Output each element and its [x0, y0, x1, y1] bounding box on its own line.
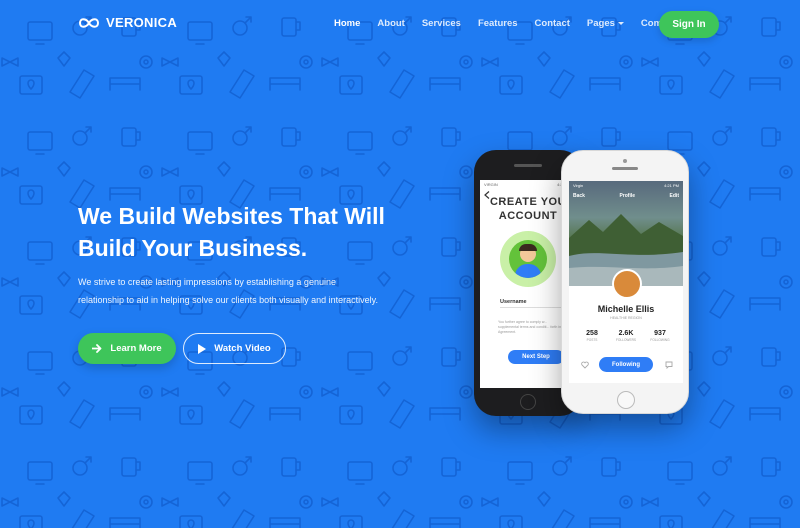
stat-label: POSTS	[586, 338, 598, 342]
username-field[interactable]: Username	[500, 299, 570, 308]
infinity-logo-icon	[78, 17, 100, 28]
hero-title-line-2: Build Your Business.	[78, 235, 308, 261]
hero-title: We Build Websites That Will Build Your B…	[78, 200, 408, 264]
heart-icon[interactable]	[581, 361, 589, 369]
avatar	[612, 269, 642, 299]
home-button	[617, 391, 635, 409]
watch-video-label: Watch Video	[214, 343, 271, 354]
stat-value: 258	[586, 330, 598, 337]
nav-item-services[interactable]: Services	[422, 18, 461, 29]
stat-label: FOLLOWING	[650, 338, 670, 342]
profile-screen: Virgin 4:21 PM Back Profile Edit Michell…	[569, 181, 683, 383]
play-icon	[198, 343, 207, 354]
top-navbar: VERONICA Home About Services Features Co…	[0, 0, 800, 48]
sign-in-button[interactable]: Sign In	[659, 11, 719, 38]
status-bar: Virgin 4:21 PM	[569, 181, 683, 190]
nav-item-contact[interactable]: Contact	[535, 18, 570, 29]
nav-item-features[interactable]: Features	[478, 18, 518, 29]
phone-speaker	[612, 167, 638, 170]
phone-speaker	[514, 164, 542, 167]
profile-location: HEALTHIE REGION	[610, 316, 642, 320]
time-text: 4:21 PM	[664, 183, 679, 188]
arrow-right-icon	[92, 344, 102, 353]
hero-subtitle-line-2: relationship to aid in helping solve our…	[78, 295, 379, 305]
main-menu: Home About Services Features Contact Pag…	[334, 18, 703, 29]
chevron-left-icon	[484, 191, 490, 199]
nav-item-about[interactable]: About	[377, 18, 404, 29]
phone-mockup-profile: Virgin 4:21 PM Back Profile Edit Michell…	[561, 150, 689, 414]
avatar-illustration	[500, 231, 556, 287]
brand-name: VERONICA	[106, 15, 178, 30]
hero-title-line-1: We Build Websites That Will	[78, 203, 385, 229]
stat-following: 937 FOLLOWING	[643, 330, 677, 342]
hero-subtitle: We strive to create lasting impressions …	[78, 273, 398, 309]
terms-text: You further agree to comply w... supplem…	[498, 320, 568, 334]
carrier-text: VIRGIN	[484, 182, 498, 187]
stat-posts: 258 POSTS	[575, 330, 609, 342]
learn-more-label: Learn More	[110, 343, 162, 354]
carrier-text: Virgin	[573, 183, 584, 188]
stat-followers: 2.6K FOLLOWERS	[609, 330, 643, 342]
chevron-down-icon	[617, 21, 624, 25]
nav-item-pages[interactable]: Pages	[587, 18, 624, 29]
home-button	[520, 394, 536, 410]
brand-logo[interactable]: VERONICA	[78, 15, 177, 30]
following-button[interactable]: Following	[599, 357, 653, 372]
watch-video-button[interactable]: Watch Video	[183, 333, 286, 364]
avatar-person-icon	[509, 240, 547, 278]
profile-stats: 258 POSTS 2.6K FOLLOWERS 937 FOLLOWING	[575, 330, 677, 342]
next-step-button[interactable]: Next Step	[508, 350, 564, 364]
learn-more-button[interactable]: Learn More	[78, 333, 176, 364]
nav-item-pages-label: Pages	[586, 18, 615, 29]
stat-value: 937	[654, 330, 666, 337]
nav-item-home[interactable]: Home	[334, 18, 360, 29]
profile-name: Michelle Ellis	[597, 304, 655, 314]
hero-subtitle-line-1: We strive to create lasting impressions …	[78, 277, 336, 287]
phone-camera	[623, 159, 627, 163]
comment-icon[interactable]	[665, 361, 673, 369]
stat-value: 2.6K	[618, 330, 634, 337]
stat-label: FOLLOWERS	[615, 338, 636, 342]
